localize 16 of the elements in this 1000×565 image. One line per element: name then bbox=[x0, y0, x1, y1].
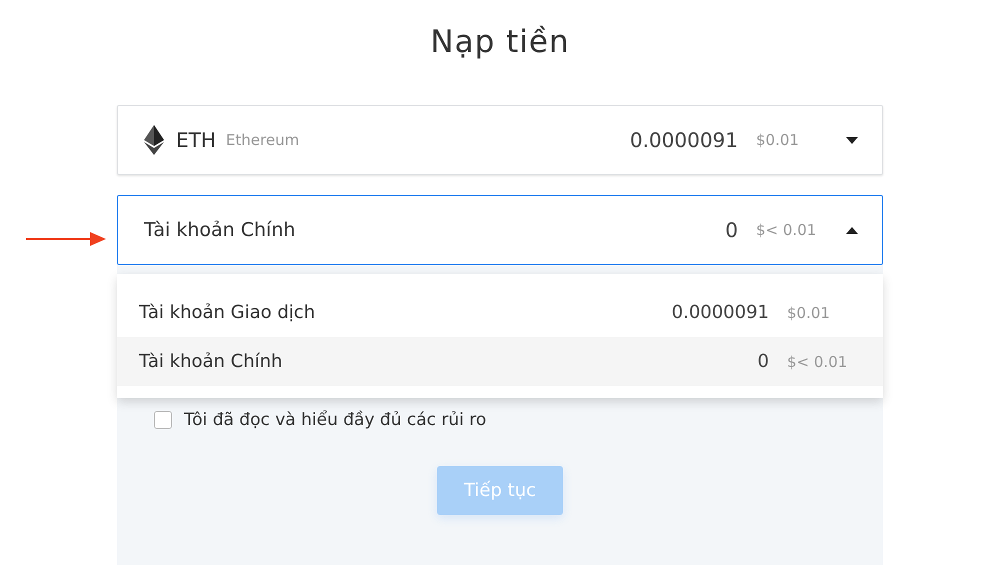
dropdown-option[interactable]: Tài khoản Giao dịch 0.0000091 $0.01 bbox=[117, 288, 883, 337]
asset-usd-value: $0.01 bbox=[756, 131, 800, 149]
diamond-icon bbox=[144, 125, 164, 155]
asset-select[interactable]: ETH Ethereum 0.0000091 $0.01 bbox=[117, 105, 883, 175]
arrow-icon bbox=[26, 232, 106, 246]
checkbox[interactable] bbox=[154, 411, 172, 429]
dropdown-option[interactable]: Tài khoản Chính 0 $< 0.01 bbox=[117, 337, 883, 386]
account-amount: 0 bbox=[725, 218, 738, 242]
asset-amount: 0.0000091 bbox=[630, 128, 738, 152]
asset-symbol: ETH bbox=[176, 128, 216, 152]
asset-name: Ethereum bbox=[226, 131, 300, 149]
page-title: Nạp tiền bbox=[430, 24, 570, 62]
account-name: Tài khoản Chính bbox=[144, 219, 296, 241]
account-usd-value: $< 0.01 bbox=[756, 221, 818, 239]
checkbox-label: Tôi đã đọc và hiểu đầy đủ các rủi ro bbox=[184, 410, 486, 430]
account-select[interactable]: Tài khoản Chính 0 $< 0.01 bbox=[117, 195, 883, 265]
